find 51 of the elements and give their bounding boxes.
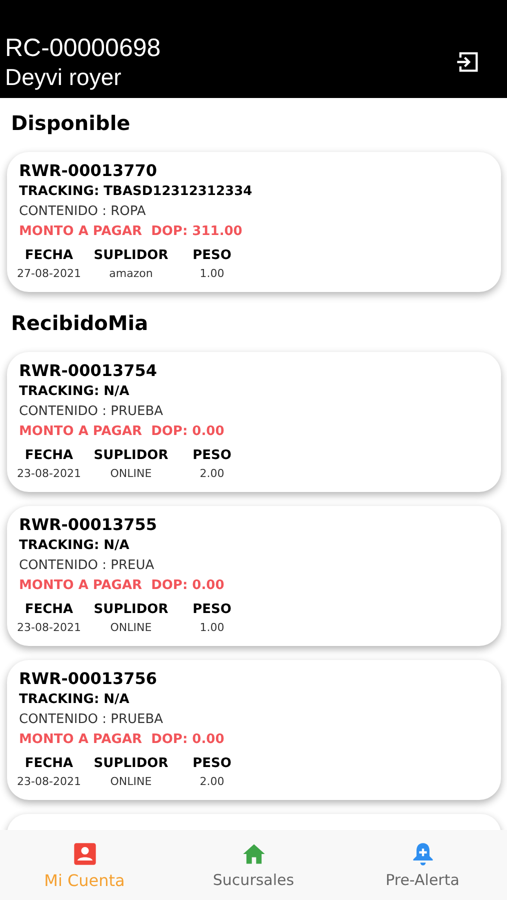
column-label: SUPLIDOR bbox=[94, 755, 168, 773]
account-icon bbox=[72, 840, 98, 866]
column-label: PESO bbox=[192, 601, 232, 619]
column-label: SUPLIDOR bbox=[94, 601, 168, 619]
column-value: ONLINE bbox=[110, 620, 152, 636]
column-label: FECHA bbox=[24, 601, 74, 619]
section-title: Disponible bbox=[11, 110, 130, 136]
column-label: SUPLIDOR bbox=[94, 247, 168, 265]
package-id: RWR-00013770 bbox=[19, 160, 157, 182]
column-value: 1.00 bbox=[200, 266, 224, 282]
section-title: RecibidoMia bbox=[11, 310, 148, 336]
column-label: PESO bbox=[192, 755, 232, 773]
amount-text: MONTO A PAGAR DOP: 311.00 bbox=[19, 223, 242, 241]
column-value: amazon bbox=[109, 266, 153, 282]
column-label: FECHA bbox=[24, 755, 74, 773]
package-id: RWR-00013754 bbox=[19, 360, 157, 382]
package-id: RWR-00013755 bbox=[19, 514, 157, 536]
user-name: Deyvi royer bbox=[5, 62, 122, 90]
package-card[interactable]: RWR-00013770 TRACKING: TBASD12312312334 CONTENIDO : ROPA MONTO A PAGAR DOP: 311.00 FECHA 27-08-2021 SUPLIDOR amazon PESO 1.00 bbox=[7, 152, 501, 292]
column-value: 1.00 bbox=[200, 620, 224, 636]
tracking-text: TRACKING: TBASD12312312334 bbox=[19, 183, 252, 201]
package-card[interactable]: RWR-00013755 TRACKING: N/A CONTENIDO : PREUA MONTO A PAGAR DOP: 0.00 FECHA 23-08-2021 SUPLIDOR ONLINE PESO 1.00 bbox=[7, 506, 501, 646]
column-label: FECHA bbox=[24, 447, 74, 465]
package-id: RWR-00013756 bbox=[19, 668, 157, 690]
amount-text: MONTO A PAGAR DOP: 0.00 bbox=[19, 731, 224, 749]
column-label: PESO bbox=[192, 447, 232, 465]
package-card[interactable]: RWR-00013754 TRACKING: N/A CONTENIDO : PRUEBA MONTO A PAGAR DOP: 0.00 FECHA 23-08-2021 SUPLIDOR ONLINE PESO 2.00 bbox=[7, 352, 501, 492]
column-label: PESO bbox=[192, 247, 232, 265]
content-text: CONTENIDO : ROPA bbox=[19, 203, 146, 221]
column-label: FECHA bbox=[24, 247, 74, 265]
tracking-text: TRACKING: N/A bbox=[19, 383, 130, 401]
column-label: SUPLIDOR bbox=[94, 447, 168, 465]
content-text: CONTENIDO : PRUEBA bbox=[19, 403, 164, 421]
column-value: 27-08-2021 bbox=[17, 266, 81, 282]
package-card[interactable]: RWR-00013756 TRACKING: N/A CONTENIDO : PRUEBA MONTO A PAGAR DOP: 0.00 FECHA 23-08-2021 SUPLIDOR ONLINE PESO 2.00 bbox=[7, 660, 501, 800]
column-value: 23-08-2021 bbox=[17, 620, 81, 636]
content-text: CONTENIDO : PRUEBA bbox=[19, 711, 164, 729]
tab[interactable]: Pre-Alerta bbox=[352, 841, 492, 889]
column-value: ONLINE bbox=[110, 466, 152, 482]
tracking-text: TRACKING: N/A bbox=[19, 537, 130, 555]
column-value: ONLINE bbox=[110, 774, 152, 790]
amount-text: MONTO A PAGAR DOP: 0.00 bbox=[19, 423, 224, 441]
content-text: CONTENIDO : PREUA bbox=[19, 557, 154, 575]
column-value: 2.00 bbox=[200, 774, 224, 790]
tracking-text: TRACKING: N/A bbox=[19, 691, 130, 709]
amount-text: MONTO A PAGAR DOP: 0.00 bbox=[19, 577, 224, 595]
column-value: 2.00 bbox=[200, 466, 224, 482]
account-number: RC-00000698 bbox=[5, 34, 161, 62]
column-value: 23-08-2021 bbox=[17, 774, 81, 790]
tab[interactable]: Sucursales bbox=[184, 841, 324, 889]
column-value: 23-08-2021 bbox=[17, 466, 81, 482]
